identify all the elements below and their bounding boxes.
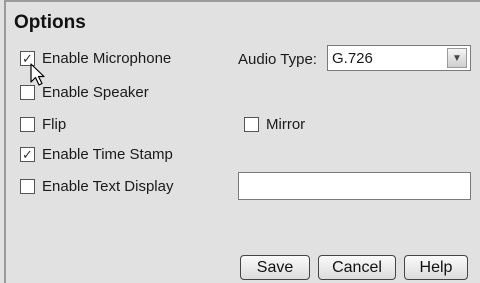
enable-text-display-label: Enable Text Display xyxy=(42,178,174,195)
mirror-checkbox[interactable] xyxy=(244,117,259,132)
enable-time-stamp-label: Enable Time Stamp xyxy=(42,146,173,163)
audio-type-value: G.726 xyxy=(332,49,373,67)
audio-type-label: Audio Type: xyxy=(238,51,317,68)
check-icon: ✓ xyxy=(22,147,33,162)
mirror-option[interactable]: Mirror xyxy=(244,116,305,133)
arrow-cursor-icon xyxy=(30,63,45,86)
enable-time-stamp-option[interactable]: ✓ Enable Time Stamp xyxy=(20,146,173,163)
enable-speaker-label: Enable Speaker xyxy=(42,84,149,101)
enable-speaker-checkbox[interactable] xyxy=(20,85,35,100)
options-panel: Options xyxy=(4,0,480,283)
enable-text-display-option[interactable]: Enable Text Display xyxy=(20,178,173,195)
audio-type-select[interactable]: G.726 ▼ xyxy=(327,45,471,71)
panel-title: Options xyxy=(14,12,86,33)
text-display-input[interactable] xyxy=(238,172,471,200)
mirror-label: Mirror xyxy=(266,116,306,133)
save-button[interactable]: Save xyxy=(240,255,310,280)
enable-microphone-label: Enable Microphone xyxy=(42,50,172,67)
enable-time-stamp-checkbox[interactable]: ✓ xyxy=(20,147,35,162)
cancel-button[interactable]: Cancel xyxy=(318,255,396,280)
chevron-down-icon[interactable]: ▼ xyxy=(447,48,467,68)
flip-option[interactable]: Flip xyxy=(20,116,66,133)
enable-text-display-checkbox[interactable] xyxy=(20,179,35,194)
help-button[interactable]: Help xyxy=(404,255,468,280)
flip-label: Flip xyxy=(42,116,67,133)
flip-checkbox[interactable] xyxy=(20,117,35,132)
